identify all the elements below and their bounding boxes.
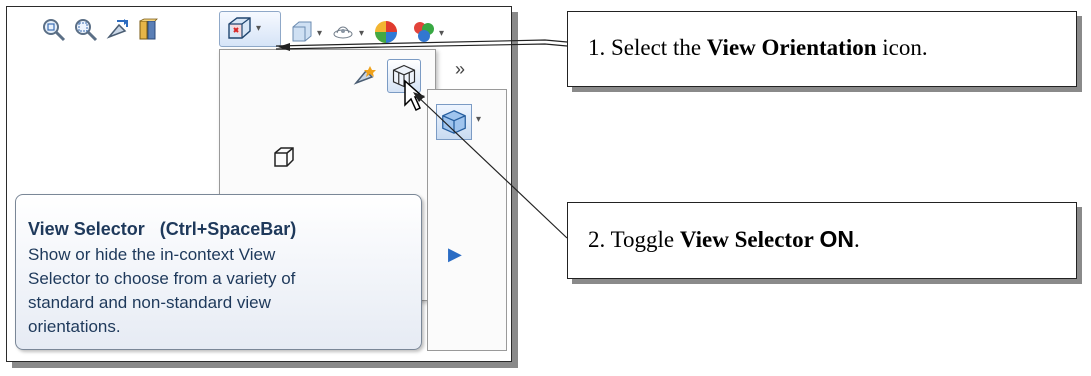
flyout-side-pane: ▾ ▶ bbox=[427, 89, 507, 351]
tooltip-title-text: View Selector bbox=[28, 219, 145, 239]
zoom-to-fit-icon[interactable] bbox=[41, 17, 67, 43]
more-chevron-icon[interactable]: » bbox=[455, 59, 465, 80]
hide-show-items-icon[interactable] bbox=[331, 19, 357, 45]
callout-text: icon. bbox=[876, 35, 928, 60]
apply-scene-icon[interactable] bbox=[411, 19, 437, 45]
chevron-down-icon[interactable]: ▾ bbox=[476, 114, 481, 125]
zoom-to-area-icon[interactable] bbox=[73, 17, 99, 43]
new-view-icon[interactable] bbox=[352, 63, 378, 94]
previous-view-icon[interactable] bbox=[105, 17, 131, 43]
callout-emphasis-on: ON bbox=[819, 226, 855, 252]
tooltip-shortcut: (Ctrl+SpaceBar) bbox=[159, 219, 297, 239]
callout-step-1: 1. Select the View Orientation icon. bbox=[567, 11, 1077, 87]
chevron-down-icon[interactable]: ▾ bbox=[256, 23, 261, 34]
tooltip-line: Selector to choose from a variety of bbox=[28, 269, 296, 288]
chevron-down-icon[interactable]: ▾ bbox=[359, 28, 364, 39]
tooltip-line: standard and non-standard view bbox=[28, 293, 271, 312]
callout-step-2: 2. Toggle View Selector ON. bbox=[567, 202, 1077, 279]
callout-text: 2. Toggle bbox=[588, 227, 680, 252]
view-selector-tooltip: View Selector (Ctrl+SpaceBar) Show or hi… bbox=[15, 194, 422, 350]
isometric-view-icon[interactable] bbox=[272, 145, 296, 174]
view-orientation-icon bbox=[226, 15, 252, 41]
tooltip-description: Show or hide the in-context View Selecto… bbox=[28, 243, 413, 339]
callout-text: . bbox=[854, 227, 860, 252]
callout-emphasis: View Orientation bbox=[706, 35, 877, 60]
display-style-icon[interactable] bbox=[289, 19, 315, 45]
chevron-down-icon[interactable]: ▾ bbox=[317, 28, 322, 39]
tooltip-line: Show or hide the in-context View bbox=[28, 245, 276, 264]
view-cube-button[interactable] bbox=[436, 104, 472, 140]
tooltip-line: orientations. bbox=[28, 317, 121, 336]
tooltip-title: View Selector (Ctrl+SpaceBar) bbox=[28, 219, 296, 240]
play-arrow-icon[interactable]: ▶ bbox=[448, 244, 462, 265]
section-view-icon[interactable] bbox=[135, 17, 161, 43]
view-orientation-button[interactable]: ▾ bbox=[219, 11, 281, 47]
solidworks-screenshot: ▾ ▾ ▾ ▾ ▾ ▶ » View Selector (Ctrl+SpaceB… bbox=[6, 6, 512, 362]
edit-appearance-icon[interactable] bbox=[373, 19, 399, 45]
callout-emphasis: View Selector bbox=[679, 227, 814, 252]
callout-text: 1. Select the bbox=[588, 35, 707, 60]
chevron-down-icon[interactable]: ▾ bbox=[439, 28, 444, 39]
mouse-cursor-icon bbox=[404, 79, 425, 112]
